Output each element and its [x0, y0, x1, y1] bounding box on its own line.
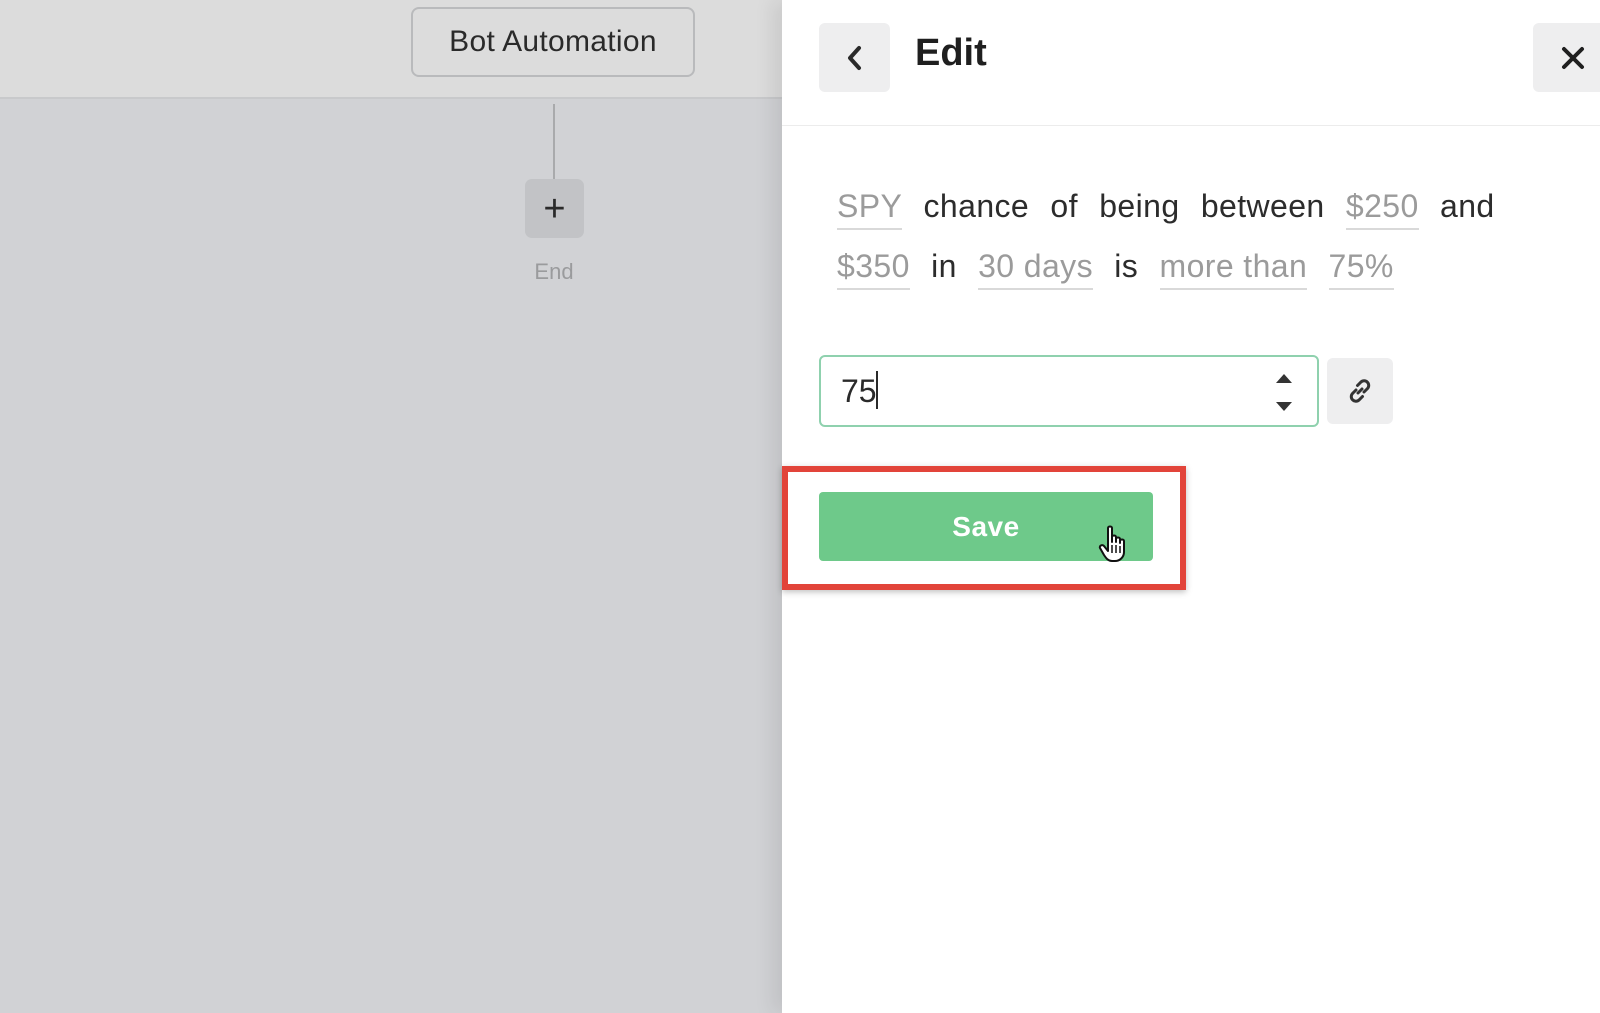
threshold-param[interactable]: 75% — [1328, 248, 1394, 290]
link-icon — [1349, 379, 1371, 403]
chevron-left-icon — [847, 45, 861, 70]
close-button[interactable] — [1533, 23, 1600, 92]
sentence-text: and — [1440, 188, 1495, 224]
sentence-text: being — [1099, 188, 1180, 224]
threshold-input-value: 75 — [841, 373, 877, 409]
node-connector — [553, 104, 555, 180]
lower-price-param[interactable]: $250 — [1345, 188, 1419, 230]
sentence-text: chance — [923, 188, 1030, 224]
panel-title: Edit — [915, 32, 987, 74]
end-label: End — [534, 259, 574, 284]
increment-arrow-icon[interactable] — [1276, 374, 1292, 383]
sentence-text: of — [1050, 188, 1078, 224]
condition-sentence: SPY chance of being between $250 and $35… — [837, 176, 1537, 296]
period-param[interactable]: 30 days — [978, 248, 1093, 290]
ticker-param[interactable]: SPY — [837, 188, 903, 230]
back-button[interactable] — [819, 23, 890, 92]
panel-header: Edit — [782, 0, 1600, 126]
link-variable-button[interactable] — [1327, 358, 1393, 424]
close-icon — [1562, 46, 1584, 69]
edit-panel: Edit SPY chance of being between $250 an… — [782, 0, 1600, 1013]
add-step-button[interactable]: + — [525, 179, 584, 238]
upper-price-param[interactable]: $350 — [837, 248, 910, 290]
hand-cursor-icon — [1098, 525, 1125, 562]
comparison-param[interactable]: more than — [1159, 248, 1308, 290]
sentence-text: in — [931, 248, 957, 284]
threshold-number-input[interactable]: 75 — [819, 355, 1319, 427]
sentence-text: between — [1200, 188, 1325, 224]
bot-automation-node[interactable]: Bot Automation — [411, 7, 695, 77]
text-caret — [876, 371, 878, 409]
workflow-canvas: Bot Automation + End — [0, 0, 782, 1013]
decrement-arrow-icon[interactable] — [1276, 402, 1292, 411]
sentence-text: is — [1114, 248, 1139, 284]
